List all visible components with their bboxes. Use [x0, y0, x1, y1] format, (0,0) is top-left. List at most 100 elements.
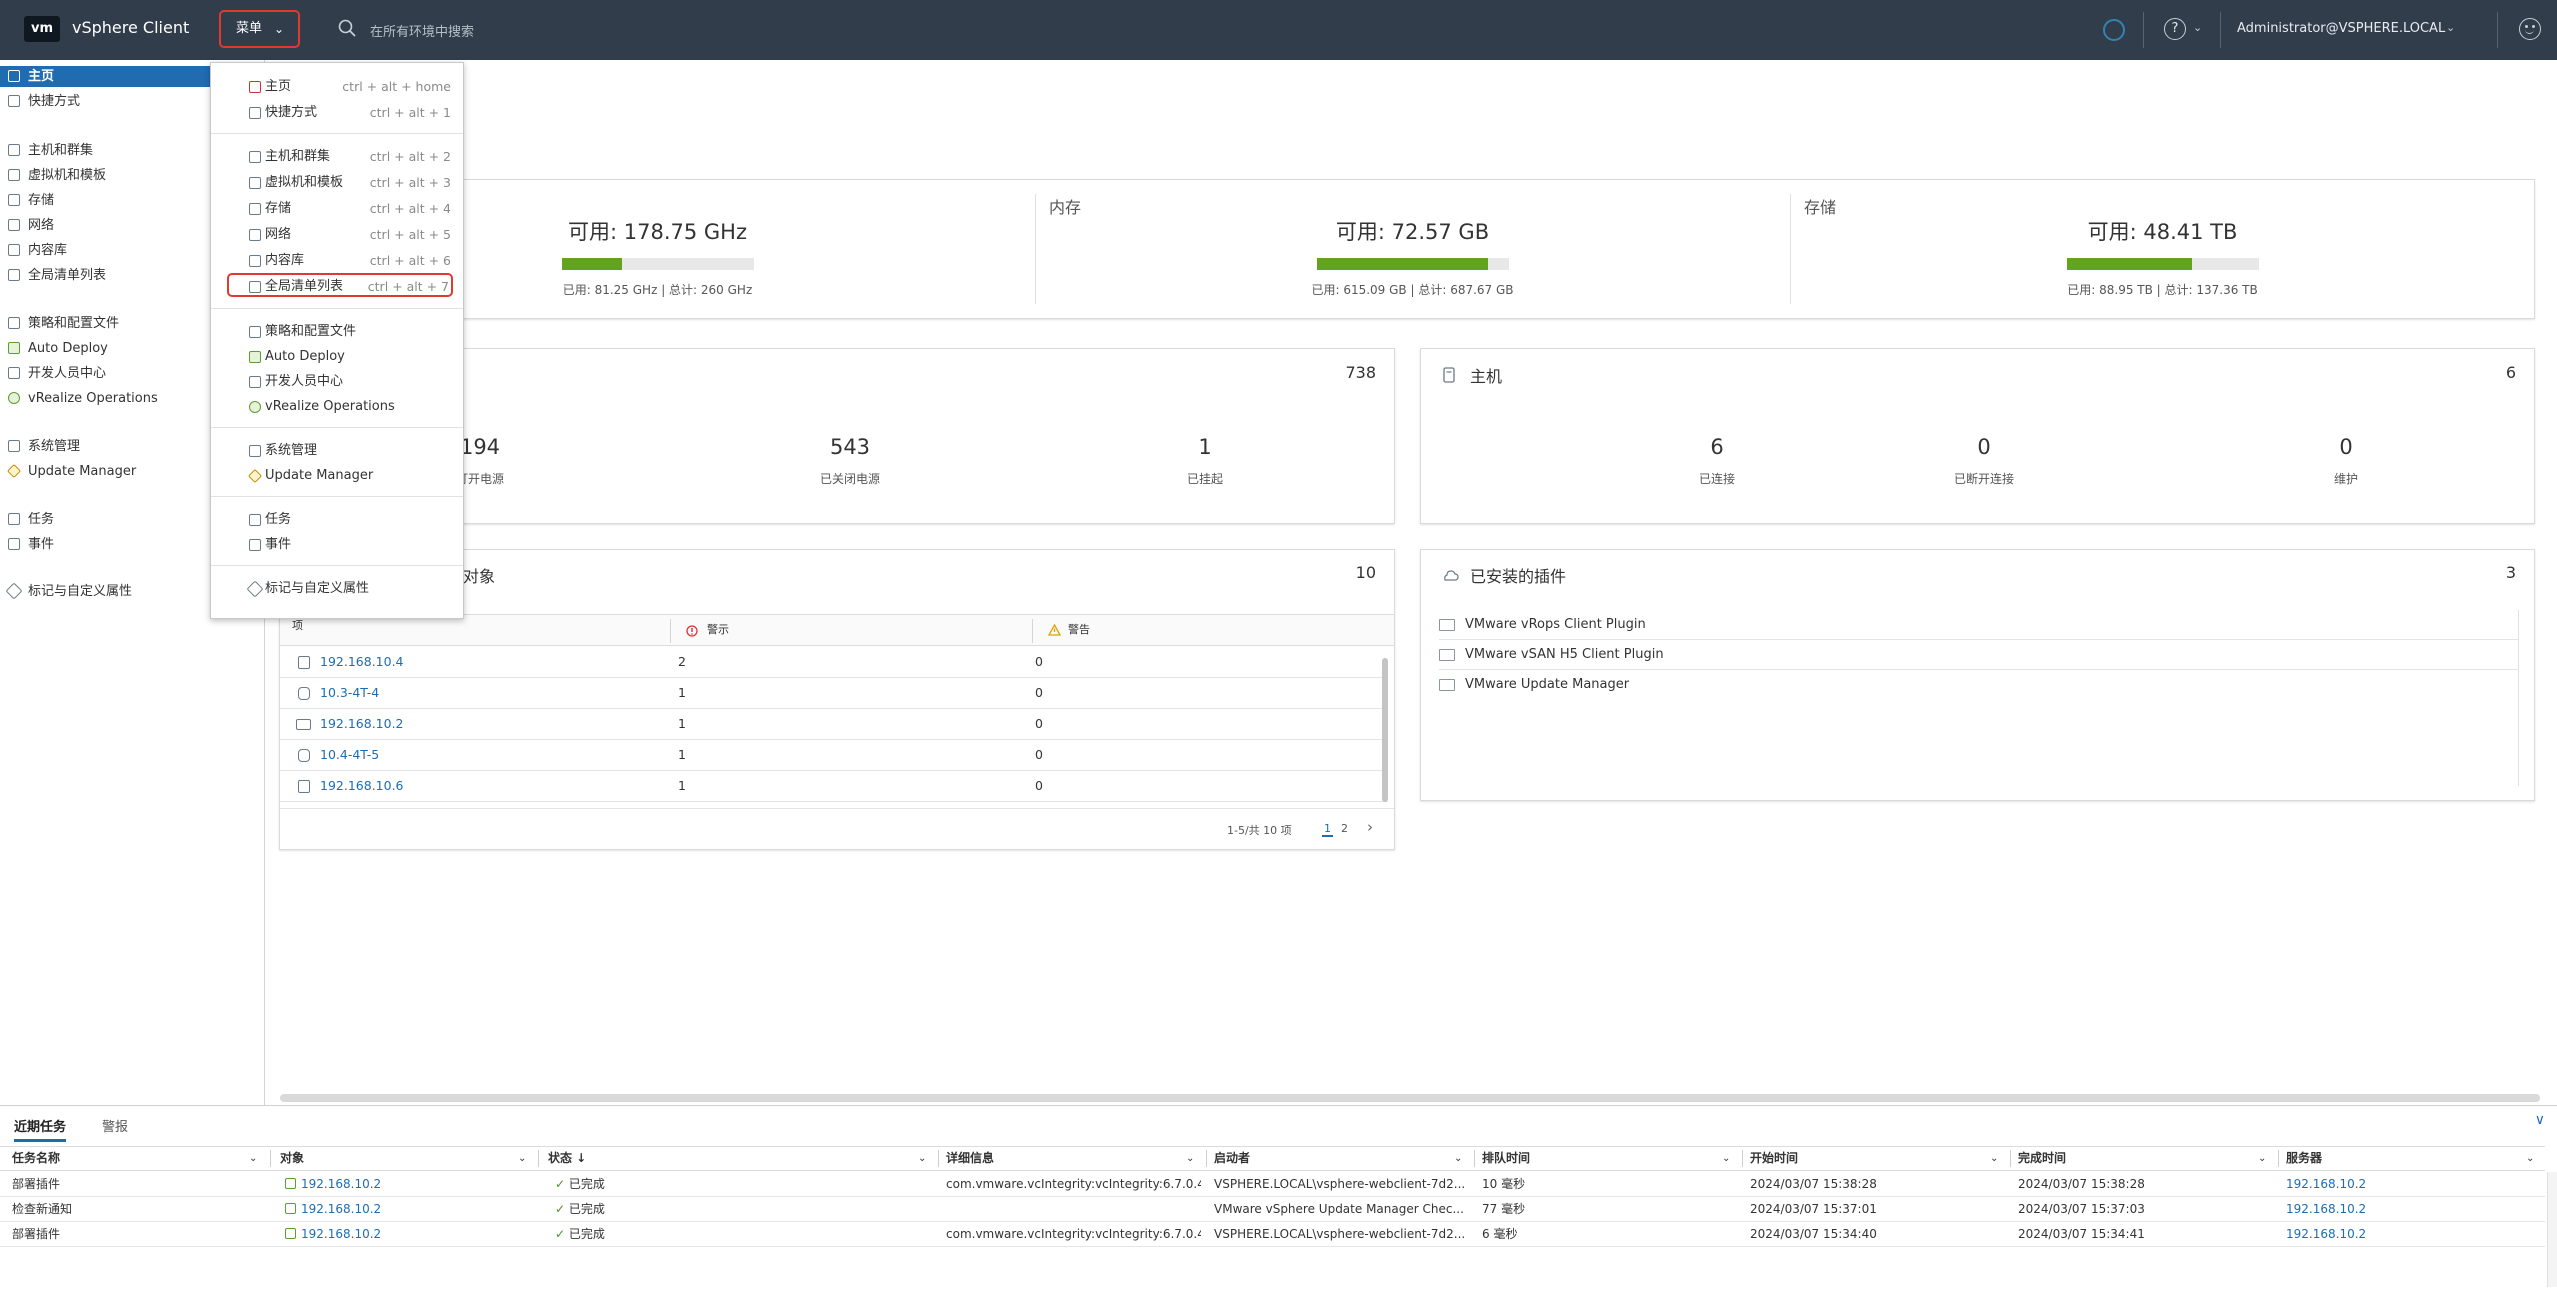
- sidebar-item-vms-templates[interactable]: 虚拟机和模板: [0, 165, 210, 186]
- table-row[interactable]: 192.168.10.6 1 0: [280, 771, 1388, 802]
- network-icon: [8, 219, 20, 231]
- col-details[interactable]: 详细信息: [946, 1147, 994, 1170]
- global-search-input[interactable]: 在所有环境中搜索: [370, 21, 474, 40]
- table-row[interactable]: 192.168.10.4 2 0: [280, 647, 1388, 678]
- next-page-icon[interactable]: ›: [1367, 818, 1373, 836]
- sidebar-item-update-manager[interactable]: Update Manager: [0, 461, 210, 482]
- table-row[interactable]: 部署插件 192.168.10.2 ✓ 已完成 com.vmware.vcInt…: [0, 1222, 2545, 1247]
- col-object[interactable]: 对象: [280, 1147, 304, 1170]
- list-item[interactable]: VMware Update Manager: [1439, 670, 2519, 700]
- menu-item-events[interactable]: 事件: [229, 533, 451, 557]
- user-menu[interactable]: Administrator@VSPHERE.LOCAL: [2237, 21, 2445, 36]
- help-icon[interactable]: ?: [2164, 18, 2186, 40]
- list-item[interactable]: VMware vSAN H5 Client Plugin: [1439, 640, 2519, 670]
- tasks-scrollbar[interactable]: [2547, 1172, 2557, 1287]
- task-server-link[interactable]: 192.168.10.2: [2286, 1222, 2366, 1246]
- sidebar-item-hosts-clusters[interactable]: 主机和群集: [0, 140, 210, 161]
- task-object-link[interactable]: 192.168.10.2: [301, 1202, 381, 1216]
- task-object-link[interactable]: 192.168.10.2: [301, 1177, 381, 1191]
- menu-item-tags-attributes[interactable]: 标记与自定义属性: [229, 577, 451, 601]
- object-link[interactable]: 10.3-4T-4: [320, 678, 379, 708]
- menu-item-policies-profiles[interactable]: 策略和配置文件: [229, 320, 451, 344]
- menu-item-auto-deploy[interactable]: Auto Deploy: [229, 345, 451, 369]
- menu-item-vrealize-operations[interactable]: vRealize Operations: [229, 395, 451, 419]
- menu-item-tasks[interactable]: 任务: [229, 508, 451, 532]
- filter-chevron-icon[interactable]: ⌄: [249, 1147, 257, 1170]
- filter-chevron-icon[interactable]: ⌄: [918, 1147, 926, 1170]
- task-start-time: 2024/03/07 15:38:28: [1750, 1177, 1877, 1191]
- menu-item-developer-center[interactable]: 开发人员中心: [229, 370, 451, 394]
- sidebar-item-label: 虚拟机和模板: [28, 168, 107, 183]
- menu-item-home[interactable]: 主页 ctrl + alt + home: [229, 75, 451, 99]
- sidebar-item-policies-profiles[interactable]: 策略和配置文件: [0, 313, 210, 334]
- table-row[interactable]: 10.3-4T-4 1 0: [280, 678, 1388, 709]
- sidebar-item-tags-attributes[interactable]: 标记与自定义属性: [0, 581, 210, 602]
- col-task-name[interactable]: 任务名称: [12, 1147, 60, 1170]
- menu-item-shortcuts[interactable]: 快捷方式 ctrl + alt + 1: [229, 101, 451, 125]
- task-object-link[interactable]: 192.168.10.2: [301, 1227, 381, 1241]
- sidebar-item-tasks[interactable]: 任务: [0, 509, 210, 530]
- sidebar-item-storage[interactable]: 存储: [0, 190, 210, 211]
- filter-chevron-icon[interactable]: ⌄: [2526, 1147, 2534, 1170]
- filter-chevron-icon[interactable]: ⌄: [1990, 1147, 1998, 1170]
- administration-icon: [249, 445, 261, 457]
- task-server-link[interactable]: 192.168.10.2: [2286, 1172, 2366, 1196]
- feedback-smiley-icon[interactable]: [2519, 18, 2541, 40]
- vmware-logo[interactable]: vm: [24, 16, 60, 42]
- sidebar-item-shortcuts[interactable]: 快捷方式: [0, 91, 210, 112]
- task-server-link[interactable]: 192.168.10.2: [2286, 1197, 2366, 1221]
- table-row[interactable]: 部署插件 192.168.10.2 ✓ 已完成 com.vmware.vcInt…: [0, 1172, 2545, 1197]
- col-alerts[interactable]: 警示: [707, 615, 729, 645]
- object-link[interactable]: 192.168.10.2: [320, 709, 404, 739]
- menu-item-label: 全局清单列表: [265, 279, 344, 294]
- filter-chevron-icon[interactable]: ⌄: [1186, 1147, 1194, 1170]
- menu-item-vms-templates[interactable]: 虚拟机和模板 ctrl + alt + 3: [229, 171, 451, 195]
- sidebar-item-administration[interactable]: 系统管理: [0, 436, 210, 457]
- filter-chevron-icon[interactable]: ⌄: [518, 1147, 526, 1170]
- menu-item-content-library[interactable]: 内容库 ctrl + alt + 6: [229, 249, 451, 273]
- chevron-down-icon[interactable]: ⌄: [2446, 21, 2455, 34]
- menu-button[interactable]: 菜单 ⌄: [219, 10, 300, 48]
- filter-chevron-icon[interactable]: ⌄: [1454, 1147, 1462, 1170]
- table-row[interactable]: 10.4-4T-5 1 0: [280, 740, 1388, 771]
- tab-recent-tasks[interactable]: 近期任务: [14, 1116, 67, 1142]
- object-link[interactable]: 192.168.10.4: [320, 647, 404, 677]
- menu-item-administration[interactable]: 系统管理: [229, 439, 451, 463]
- menu-item-global-inventory[interactable]: 全局清单列表 ctrl + alt + 7: [227, 273, 453, 297]
- menu-item-hosts-clusters[interactable]: 主机和群集 ctrl + alt + 2: [229, 145, 451, 169]
- list-item[interactable]: VMware vRops Client Plugin: [1439, 610, 2519, 640]
- collapse-panel-icon[interactable]: ∨: [2535, 1112, 2545, 1128]
- col-queued-for[interactable]: 排队时间: [1482, 1147, 1530, 1170]
- search-icon[interactable]: [338, 19, 356, 37]
- col-completion-time[interactable]: 完成时间: [2018, 1147, 2066, 1170]
- sidebar-item-developer-center[interactable]: 开发人员中心: [0, 363, 210, 384]
- table-row[interactable]: 192.168.10.2 1 0: [280, 709, 1388, 740]
- sidebar-item-network[interactable]: 网络: [0, 215, 210, 236]
- table-scrollbar[interactable]: [1382, 658, 1388, 802]
- col-server[interactable]: 服务器: [2286, 1147, 2322, 1170]
- chevron-down-icon[interactable]: ⌄: [2193, 21, 2202, 34]
- object-link[interactable]: 192.168.10.6: [320, 771, 404, 801]
- table-row[interactable]: 检查新通知 192.168.10.2 ✓ 已完成 VMware vSphere …: [0, 1197, 2545, 1222]
- col-initiator[interactable]: 启动者: [1214, 1147, 1250, 1170]
- sidebar-item-content-library[interactable]: 内容库: [0, 240, 210, 261]
- page-1-button[interactable]: 1: [1322, 822, 1333, 837]
- tab-alarms[interactable]: 警报: [102, 1116, 128, 1135]
- object-link[interactable]: 10.4-4T-5: [320, 740, 379, 770]
- filter-chevron-icon[interactable]: ⌄: [1722, 1147, 1730, 1170]
- page-2-button[interactable]: 2: [1341, 822, 1348, 835]
- sidebar-item-auto-deploy[interactable]: Auto Deploy: [0, 338, 210, 359]
- menu-item-storage[interactable]: 存储 ctrl + alt + 4: [229, 197, 451, 221]
- filter-chevron-icon[interactable]: ⌄: [2258, 1147, 2266, 1170]
- col-start-time[interactable]: 开始时间: [1750, 1147, 1798, 1170]
- sidebar-item-events[interactable]: 事件: [0, 534, 210, 555]
- app-title[interactable]: vSphere Client: [72, 18, 189, 37]
- sidebar-item-global-inventory[interactable]: 全局清单列表: [0, 265, 210, 286]
- horizontal-scrollbar[interactable]: [280, 1094, 2540, 1102]
- menu-item-update-manager[interactable]: Update Manager: [229, 464, 451, 488]
- col-status[interactable]: 状态 ↓: [548, 1147, 586, 1170]
- menu-item-network[interactable]: 网络 ctrl + alt + 5: [229, 223, 451, 247]
- sidebar-item-home[interactable]: 主页: [0, 66, 210, 87]
- col-warnings[interactable]: 警告: [1068, 615, 1090, 645]
- sidebar-item-vrealize-operations[interactable]: vRealize Operations: [0, 388, 210, 409]
